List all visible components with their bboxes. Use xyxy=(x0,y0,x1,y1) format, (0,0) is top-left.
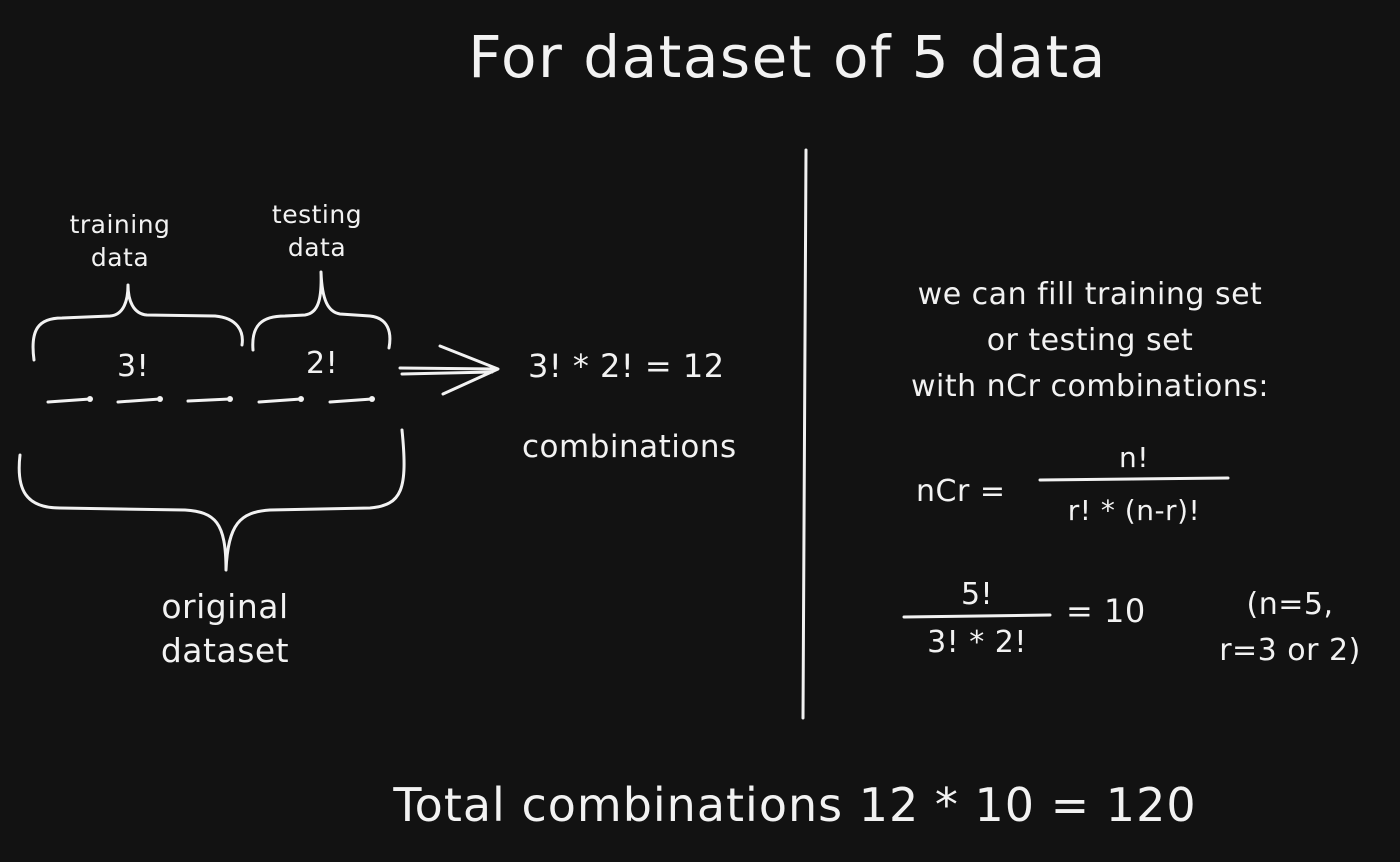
example-result: = 10 xyxy=(1066,592,1146,630)
total-combinations: Total combinations 12 * 10 = 120 xyxy=(393,778,1197,832)
divider xyxy=(801,148,808,720)
description: we can fill training set or testing set … xyxy=(910,277,1270,404)
arrow-icon xyxy=(398,344,500,396)
result-caption: combinations xyxy=(522,429,737,465)
example-fraction-bar xyxy=(902,613,1052,619)
training-label: training data xyxy=(69,210,171,272)
formula-denominator: r! * (n-r)! xyxy=(1067,494,1201,527)
result-equation: 3! * 2! = 12 xyxy=(528,347,725,385)
original-dataset-label: original dataset xyxy=(160,587,290,670)
example-denominator: 3! * 2! xyxy=(927,625,1027,660)
testing-value: 2! xyxy=(306,346,339,381)
original-brace xyxy=(17,428,406,572)
testing-label: testing data xyxy=(271,200,363,262)
example-params: (n=5, r=3 or 2) xyxy=(1219,587,1361,668)
data-slots xyxy=(46,396,375,404)
formula-fraction-bar xyxy=(1038,476,1230,482)
page-title: For dataset of 5 data xyxy=(468,23,1107,91)
testing-brace xyxy=(251,270,392,352)
example-numerator: 5! xyxy=(960,577,994,612)
formula-numerator: n! xyxy=(1119,441,1149,474)
training-value: 3! xyxy=(117,349,150,384)
formula-lhs: nCr = xyxy=(916,474,1006,509)
